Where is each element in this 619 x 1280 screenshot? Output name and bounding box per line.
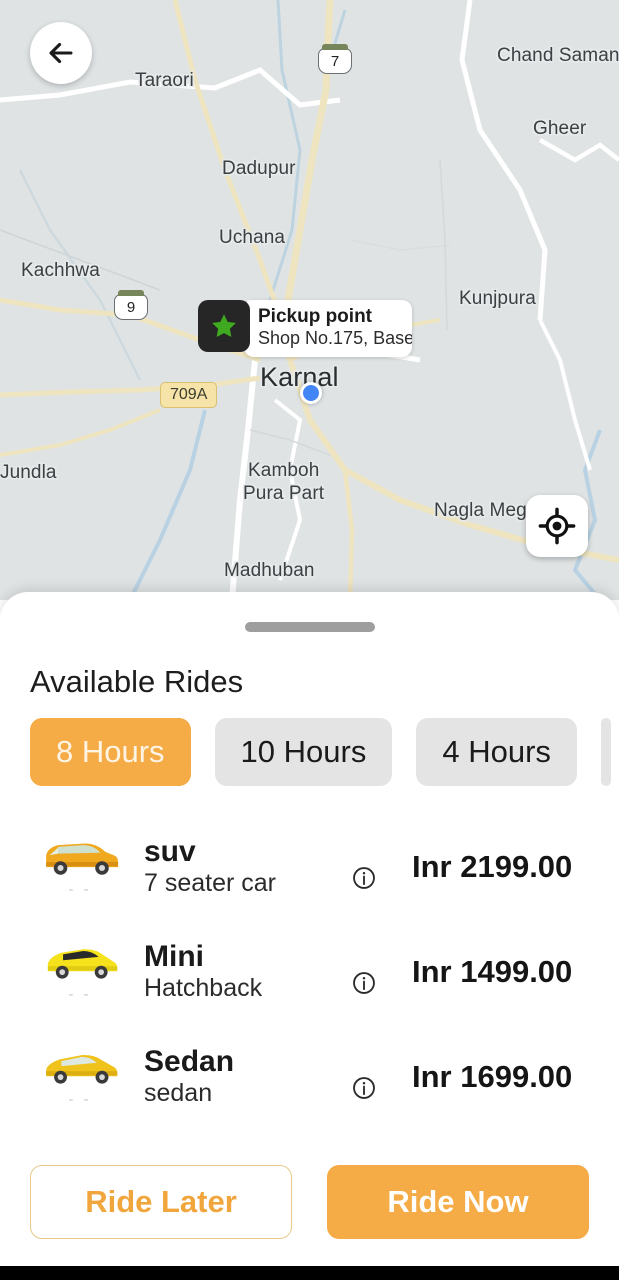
suv-vehicle-icon bbox=[46, 843, 119, 875]
duration-chip-4-hours[interactable]: 4 Hours bbox=[416, 718, 577, 786]
duration-chip-next-partial[interactable] bbox=[600, 718, 611, 786]
highway-shield-icon: 7 bbox=[318, 44, 352, 74]
sedan-vehicle-icon bbox=[46, 1055, 118, 1084]
map-label: Nagla Megh bbox=[434, 500, 538, 521]
highway-shield-number: 9 bbox=[126, 298, 136, 316]
ride-later-button[interactable]: Ride Later bbox=[30, 1165, 292, 1239]
locate-crosshair-icon bbox=[538, 507, 576, 545]
ride-name: Mini bbox=[144, 939, 204, 973]
sheet-drag-handle[interactable] bbox=[244, 622, 375, 632]
ride-option-row[interactable]: - - suv 7 seater car Inr 2199.00 bbox=[0, 814, 619, 919]
back-button[interactable] bbox=[30, 22, 92, 84]
ride-info-button[interactable] bbox=[344, 1075, 384, 1101]
ride-name-block: Sedan sedan bbox=[144, 1045, 344, 1109]
ride-name: Sedan bbox=[144, 1044, 235, 1078]
ride-description: sedan bbox=[144, 1079, 213, 1108]
pickup-point-callout[interactable]: Pickup point Shop No.175, Base bbox=[198, 300, 412, 357]
map-label: Taraori bbox=[135, 70, 194, 91]
map-label: Dadupur bbox=[222, 158, 296, 179]
highway-shield-icon: 9 bbox=[114, 290, 148, 320]
available-rides-sheet: Available Rides 8 Hours 10 Hours 4 Hours bbox=[0, 592, 619, 1266]
map-label: Kamboh bbox=[248, 460, 320, 481]
ride-info-button[interactable] bbox=[344, 970, 384, 996]
ride-option-row[interactable]: - - Sedan sedan Inr 1699.00 bbox=[0, 1024, 619, 1129]
green-star-icon bbox=[212, 314, 236, 337]
pickup-point-address: Shop No.175, Base bbox=[258, 328, 412, 348]
map-label: Kunjpura bbox=[459, 288, 536, 309]
ride-now-button[interactable]: Ride Now bbox=[327, 1165, 589, 1239]
page-title: Available Rides bbox=[30, 664, 244, 699]
suv-car-image: - - bbox=[34, 835, 126, 898]
ride-eta: - - bbox=[68, 1091, 92, 1108]
ride-selection-screen: Taraori Chand Samand Gheer Dadupur Uchan… bbox=[0, 0, 619, 1280]
route-badge-icon: 709A bbox=[160, 382, 218, 408]
map-label: Pura Part bbox=[243, 483, 325, 504]
locate-me-button[interactable] bbox=[526, 495, 588, 557]
ride-name-block: suv 7 seater car bbox=[144, 835, 344, 899]
pickup-point-card: Pickup point Shop No.175, Base bbox=[244, 300, 412, 357]
info-circle-icon bbox=[353, 1076, 375, 1099]
ride-price: Inr 1699.00 bbox=[412, 1058, 573, 1094]
hatchback-car-image: - - bbox=[34, 940, 126, 1003]
sedan-car-image: - - bbox=[34, 1045, 126, 1108]
ride-price: Inr 2199.00 bbox=[412, 848, 573, 884]
info-circle-icon bbox=[353, 866, 375, 889]
ride-eta: - - bbox=[68, 881, 92, 898]
back-arrow-icon bbox=[49, 42, 73, 64]
duration-chips-row[interactable]: 8 Hours 10 Hours 4 Hours bbox=[0, 718, 619, 786]
user-location-dot bbox=[300, 382, 322, 404]
duration-chip-10-hours[interactable]: 10 Hours bbox=[214, 718, 393, 786]
ride-options-list: - - suv 7 seater car Inr 2199.00 - - Min… bbox=[0, 814, 619, 1129]
map-label: Madhuban bbox=[224, 560, 315, 581]
info-circle-icon bbox=[353, 971, 375, 994]
map-view[interactable]: Taraori Chand Samand Gheer Dadupur Uchan… bbox=[0, 0, 619, 600]
ride-info-button[interactable] bbox=[344, 865, 384, 891]
ride-name-block: Mini Hatchback bbox=[144, 940, 344, 1004]
pickup-point-title: Pickup point bbox=[258, 306, 372, 327]
map-label: Gheer bbox=[533, 118, 587, 139]
highway-shield-number: 7 bbox=[330, 52, 340, 70]
pickup-marker[interactable] bbox=[198, 300, 250, 352]
ride-name: suv bbox=[144, 834, 196, 868]
map-label: Kachhwa bbox=[21, 260, 100, 281]
system-navigation-bar bbox=[0, 1266, 619, 1280]
map-label: Uchana bbox=[219, 227, 286, 248]
map-label: Jundla bbox=[0, 462, 57, 483]
map-label: Chand Samand bbox=[497, 45, 619, 66]
ride-price: Inr 1499.00 bbox=[412, 953, 573, 989]
action-buttons-row: Ride Later Ride Now bbox=[0, 1165, 619, 1239]
ride-eta: - - bbox=[68, 986, 92, 1003]
ride-description: Hatchback bbox=[144, 974, 263, 1003]
ride-option-row[interactable]: - - Mini Hatchback Inr 1499.00 bbox=[0, 919, 619, 1024]
hatchback-vehicle-icon bbox=[47, 949, 118, 979]
map-city-label-karnal: Karnal bbox=[260, 362, 339, 392]
duration-chip-8-hours[interactable]: 8 Hours bbox=[30, 718, 191, 786]
ride-description: 7 seater car bbox=[144, 869, 277, 898]
